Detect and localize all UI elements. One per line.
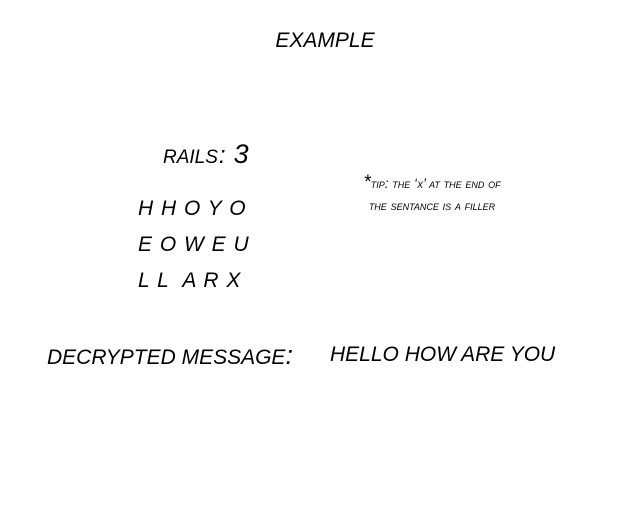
decrypted-label-text: DECRYPTED MESSAGE [47, 346, 286, 369]
rails-colon: : [218, 142, 226, 169]
rails-value: 3 [233, 139, 249, 169]
rails-count: RAILS: 3 [163, 141, 249, 168]
decrypted-colon: : [285, 340, 293, 370]
rail-row-1: H H O Y O [138, 197, 247, 220]
page-title: EXAMPLE [275, 29, 375, 52]
tip-note: *tip: the ‘x’ at the end of the sentance… [362, 172, 502, 216]
tip-text: : the ‘x’ at the end of the sentance is … [368, 176, 501, 213]
rail-row-3: L L A R X [138, 269, 242, 292]
rail-fence-grid: H H O Y O E O W E U L L A R X [138, 198, 250, 306]
tip-heading: tip [370, 176, 385, 191]
decrypted-label: DECRYPTED MESSAGE: [47, 342, 293, 369]
rails-label: RAILS [163, 147, 218, 168]
decrypted-message: HELLO HOW ARE YOU [330, 343, 556, 366]
tip-asterisk: * [363, 172, 371, 193]
rail-row-2: E O W E U [138, 233, 250, 256]
